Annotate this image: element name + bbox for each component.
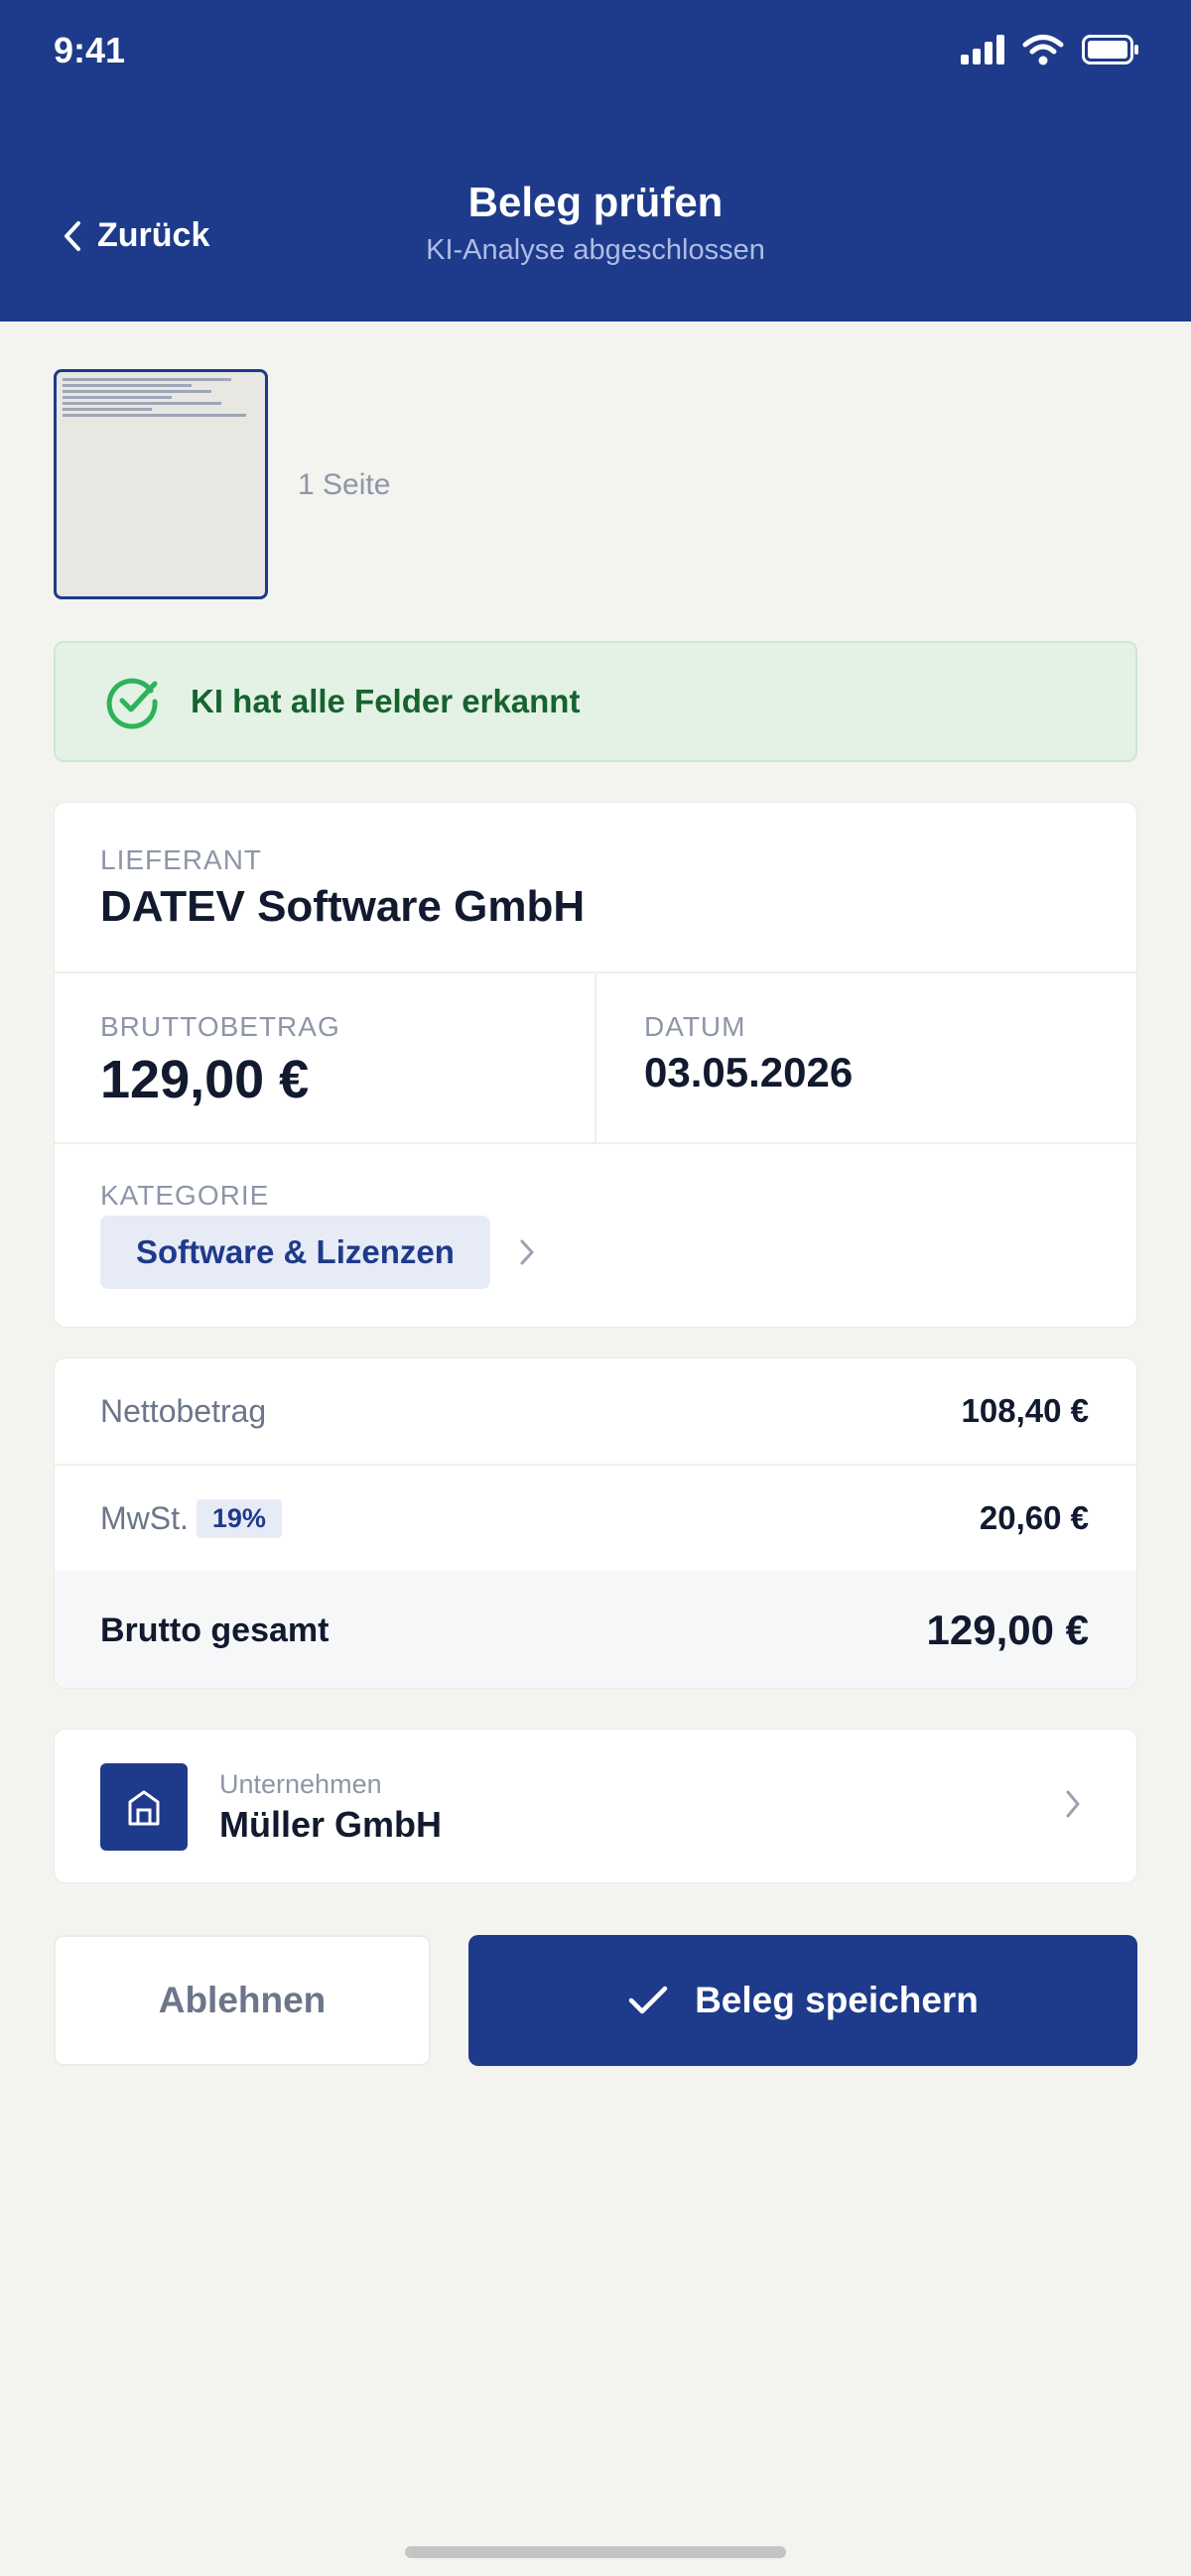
company-label: Unternehmen [219,1769,382,1799]
company-text: Unternehmen Müller GmbH [219,1769,442,1846]
banner-text: KI hat alle Felder erkannt [191,683,581,719]
home-indicator[interactable] [405,2546,786,2558]
total-value: 129,00 € [926,1607,1090,1653]
analysis-success-banner: KI hat alle Felder erkannt [54,641,1137,762]
thumbnail-line [63,402,221,405]
divider [55,1142,1136,1144]
document-thumbnail[interactable] [54,369,268,599]
thumbnail-line [63,414,246,417]
vendor-field[interactable]: LIEFERANT DATEV Software GmbH [100,844,585,932]
total-row: Brutto gesamt 129,00 € [55,1571,1136,1688]
header-titles: Beleg prüfen KI-Analyse abgeschlossen [0,179,1191,267]
building-icon [100,1763,188,1851]
save-label: Beleg speichern [695,1980,979,2020]
net-amount-row: Nettobetrag 108,40 € [55,1358,1136,1464]
thumbnail-line [63,396,172,399]
vendor-value: DATEV Software GmbH [100,882,586,931]
check-circle-icon [106,678,158,729]
company-selector[interactable]: Unternehmen Müller GmbH [54,1729,1137,1883]
reject-label: Ablehnen [158,1980,327,2020]
gross-label: BRUTTOBETRAG [100,1011,340,1042]
thumbnail-line [63,390,211,393]
gross-value: 129,00 € [100,1050,310,1109]
net-label: Nettobetrag [100,1392,267,1429]
battery-icon [1082,35,1138,64]
category-label: KATEGORIE [100,1180,270,1211]
thumbnail-line [63,384,192,387]
vat-value: 20,60 € [979,1499,1089,1536]
status-time: 9:41 [54,30,126,70]
company-name: Müller GmbH [219,1804,443,1845]
page-count: 1 Seite [298,468,391,501]
category-chip[interactable]: Software & Lizenzen [100,1216,490,1289]
cellular-signal-icon [961,35,1004,64]
gross-amount-field[interactable]: BRUTTOBETRAG 129,00 € [100,1011,340,1110]
vat-rate-badge: 19% [196,1498,282,1538]
vat-label: MwSt. [100,1499,189,1536]
divider [595,971,596,1142]
status-icons [961,34,1139,65]
app-header: 9:41 Zurück Beleg prüfen KI-Analyse abge… [0,0,1191,322]
page-subtitle: KI-Analyse abgeschlossen [426,234,765,266]
date-field[interactable]: DATUM 03.05.2026 [644,1011,853,1096]
chevron-right-icon [1066,1790,1080,1818]
receipt-fields-card: LIEFERANT DATEV Software GmbH BRUTTOBETR… [54,802,1137,1328]
amount-summary-card: Nettobetrag 108,40 € MwSt. 19% 20,60 € B… [54,1357,1137,1689]
page-title: Beleg prüfen [467,179,724,225]
total-label: Brutto gesamt [100,1610,330,1649]
thumbnail-line [63,378,231,381]
vat-label-group: MwSt. 19% [100,1498,282,1538]
category-field: KATEGORIE Software & Lizenzen [100,1180,490,1289]
thumbnail-line [63,408,152,411]
date-label: DATUM [644,1011,746,1042]
checkmark-icon [628,1986,668,2014]
vendor-label: LIEFERANT [100,844,263,875]
wifi-icon [1022,35,1064,65]
save-receipt-button[interactable]: Beleg speichern [468,1935,1137,2066]
chevron-right-icon[interactable] [517,1237,537,1267]
date-value: 03.05.2026 [644,1049,854,1095]
reject-button[interactable]: Ablehnen [54,1935,431,2066]
net-value: 108,40 € [961,1392,1089,1429]
vat-row: MwSt. 19% 20,60 € [55,1466,1136,1571]
